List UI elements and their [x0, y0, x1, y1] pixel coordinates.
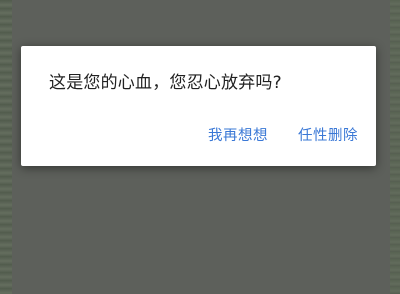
dialog-message: 这是您的心血，您忍心放弃吗?	[49, 73, 282, 93]
background-edge-right	[390, 0, 400, 294]
confirm-delete-button[interactable]: 任性删除	[298, 124, 358, 145]
reconsider-button[interactable]: 我再想想	[208, 124, 268, 145]
dialog-actions: 我再想想 任性删除	[208, 124, 358, 145]
confirm-delete-dialog: 这是您的心血，您忍心放弃吗? 我再想想 任性删除	[21, 46, 376, 166]
background-edge-left	[0, 0, 12, 294]
